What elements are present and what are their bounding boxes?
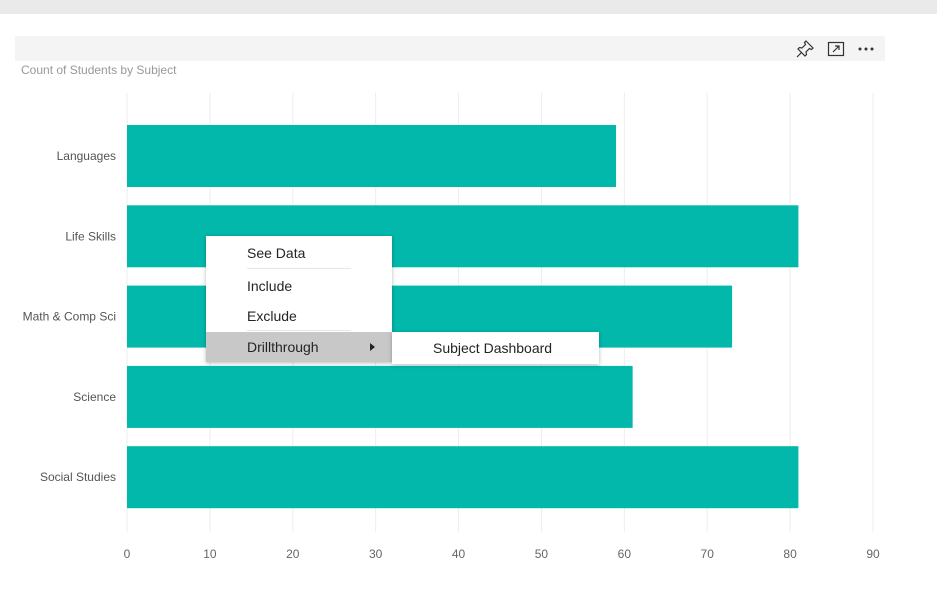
x-tick-label: 90: [866, 547, 880, 561]
menu-separator: [247, 330, 351, 331]
category-label: Life Skills: [65, 229, 116, 243]
menu-item-label: Include: [247, 278, 293, 294]
menu-item-label: Drillthrough: [247, 339, 319, 355]
bar[interactable]: [127, 365, 633, 428]
menu-item-see-data[interactable]: See Data: [206, 238, 392, 268]
menu-item-exclude[interactable]: Exclude: [206, 301, 392, 331]
x-tick-label: 50: [535, 547, 549, 561]
x-tick-label: 70: [701, 547, 715, 561]
category-label: Math & Comp Sci: [23, 310, 116, 324]
x-tick-label: 60: [618, 547, 632, 561]
submenu-item-subject-dashboard[interactable]: Subject Dashboard: [392, 332, 599, 364]
menu-item-label: See Data: [247, 245, 306, 261]
bar-chart: Languages Life Skills Math & Comp Sci Scien…: [23, 93, 880, 561]
menu-item-include[interactable]: Include: [206, 271, 392, 301]
drillthrough-submenu: Subject Dashboard: [392, 332, 599, 364]
category-label: Social Studies: [40, 470, 116, 484]
x-tick-label: 80: [783, 547, 797, 561]
bar[interactable]: [127, 446, 799, 509]
x-tick-label: 20: [286, 547, 300, 561]
chevron-right-icon: [370, 343, 375, 351]
category-label: Languages: [57, 149, 116, 163]
bar[interactable]: [127, 125, 617, 187]
context-menu: See Data Include Exclude Drillthrough: [206, 236, 392, 362]
menu-separator: [247, 268, 351, 269]
x-tick-label: 30: [369, 547, 383, 561]
menu-item-drillthrough[interactable]: Drillthrough: [206, 332, 392, 362]
x-tick-label: 40: [452, 547, 466, 561]
category-label: Science: [73, 390, 116, 404]
menu-item-label: Exclude: [247, 308, 297, 324]
x-tick-label: 10: [203, 547, 217, 561]
x-tick-label: 0: [124, 547, 131, 561]
submenu-item-label: Subject Dashboard: [433, 340, 553, 356]
